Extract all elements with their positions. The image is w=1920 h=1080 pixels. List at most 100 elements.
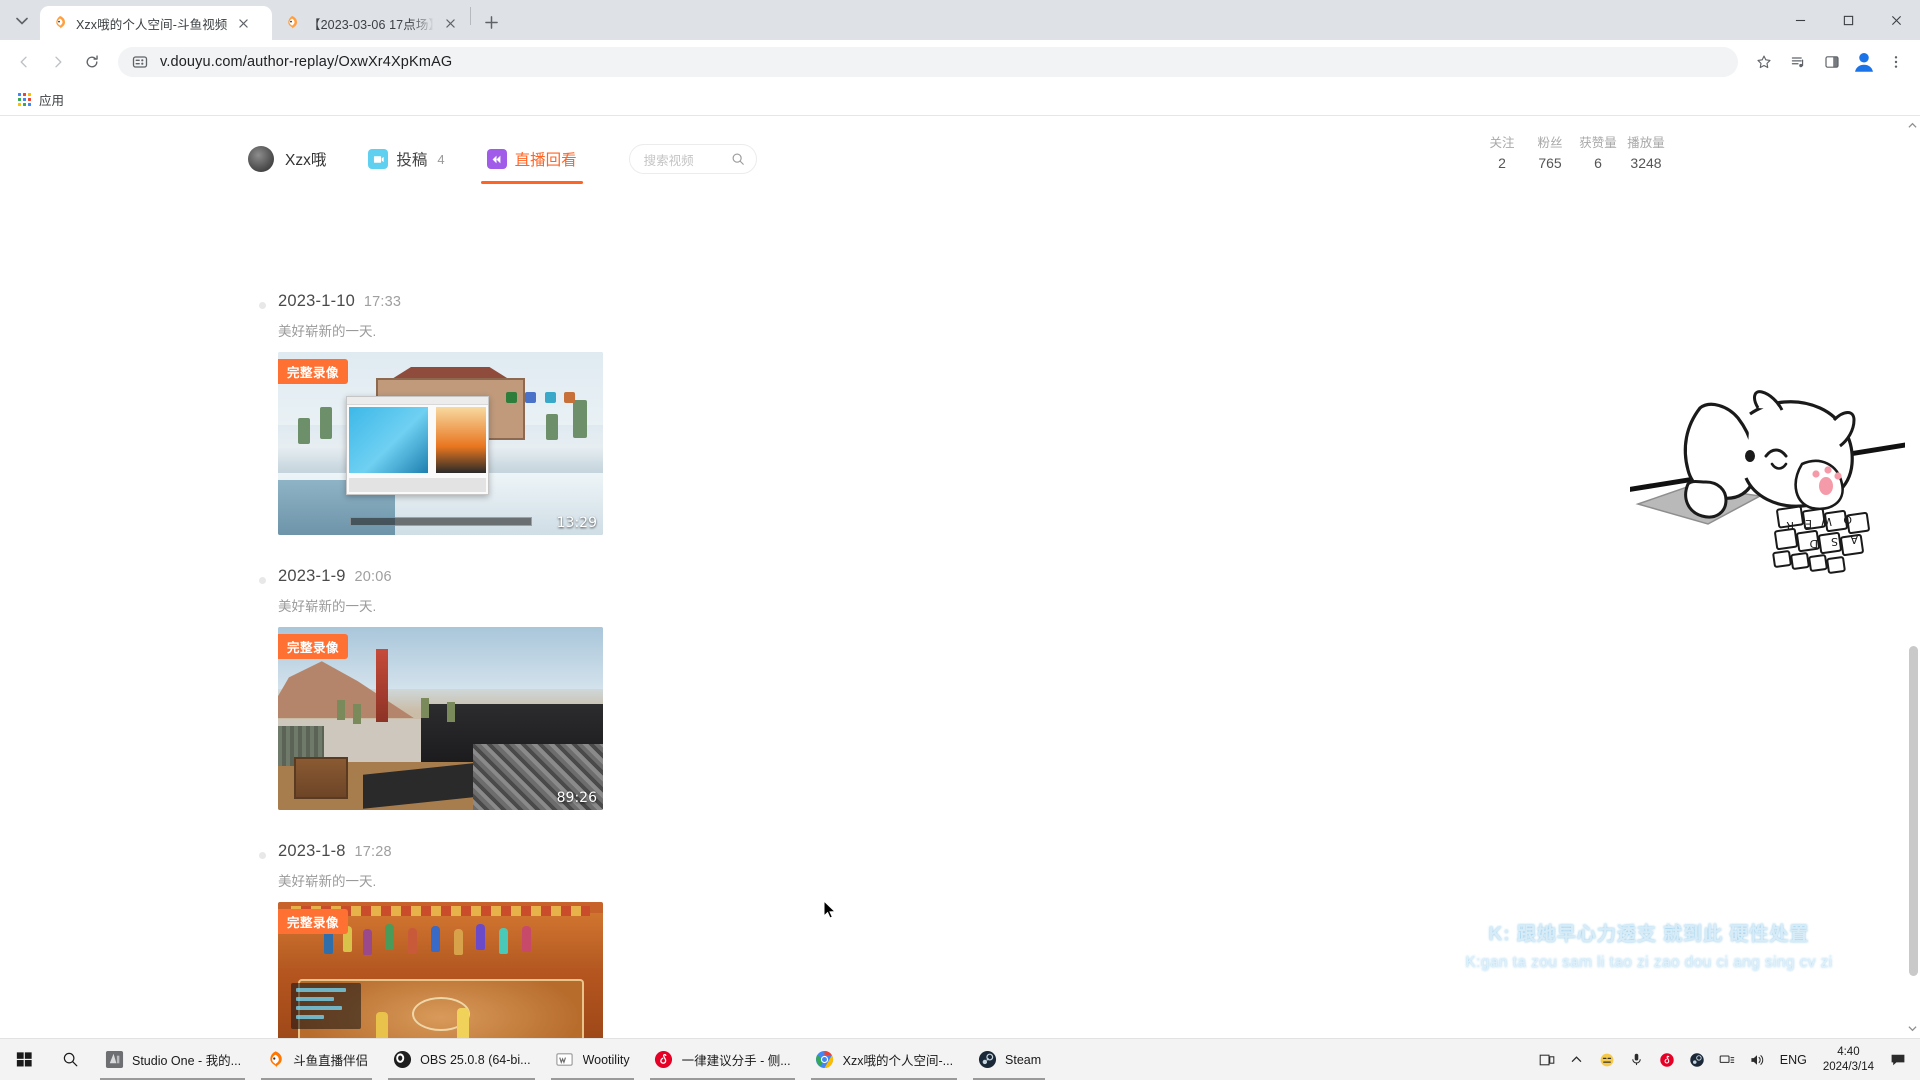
browser-tab-1[interactable]: Xzx哦的个人空间-斗鱼视频 (40, 6, 272, 40)
taskbar-app-wootility[interactable]: Wootility (543, 1039, 642, 1080)
taskbar-app-netease-music[interactable]: 一律建议分手 - 侧... (642, 1039, 803, 1080)
svg-text:E: E (1805, 517, 1812, 530)
emoji-tray-icon-button[interactable] (1592, 1039, 1622, 1080)
address-bar[interactable]: v.douyu.com/author-replay/OxwXr4XpKmAG (118, 47, 1738, 77)
stat-following: 关注 2 (1478, 134, 1526, 174)
video-duration: 13:29 (556, 515, 597, 531)
network-button[interactable] (1712, 1039, 1742, 1080)
stat-value: 6 (1594, 155, 1602, 171)
task-view-button[interactable] (1532, 1039, 1562, 1080)
taskbar-app-label: OBS 25.0.8 (64-bi... (420, 1052, 531, 1067)
tab-close-button[interactable] (235, 15, 251, 31)
stat-views: 播放量 3248 (1622, 134, 1670, 174)
video-thumbnail[interactable]: 1 : 0 完整录像 62:01 (278, 902, 603, 1038)
reload-button[interactable] (76, 46, 108, 78)
tab-search-button[interactable] (8, 7, 36, 35)
start-button[interactable] (0, 1039, 48, 1080)
replay-icon (486, 149, 507, 169)
page-viewport: Xzx哦 投稿 4 直播回看 搜索视频 关注 2 粉丝 765 获赞量 6 播放… (0, 116, 1920, 1038)
taskbar-app-douyu-companion[interactable]: 斗鱼直播伴侣 (253, 1039, 380, 1080)
reading-list-button[interactable] (1782, 46, 1814, 78)
back-button[interactable] (8, 46, 40, 78)
tab-strip: Xzx哦的个人空间-斗鱼视频 【2023-03-06 17点场】Xzx哦 (0, 0, 1920, 40)
window-controls (1776, 0, 1920, 40)
douyu-icon (56, 16, 65, 29)
taskbar-app-studio-one[interactable]: Studio One - 我的... (92, 1039, 253, 1080)
taskbar-app-steam[interactable]: Steam (965, 1039, 1053, 1080)
profile-summary[interactable]: Xzx哦 (248, 146, 326, 172)
nav-tab-uploads[interactable]: 投稿 4 (368, 130, 445, 188)
notification-center-button[interactable] (1882, 1039, 1914, 1080)
minimize-button[interactable] (1776, 0, 1824, 40)
video-time-text: 20:06 (354, 569, 392, 585)
list-item: 2023-1-9 20:06 美好崭新的一天. 完整录像 89:26 (259, 567, 698, 810)
apps-grid-icon (18, 92, 32, 107)
netease-music-icon (654, 1050, 674, 1070)
steam-tray-button[interactable] (1682, 1039, 1712, 1080)
scroll-up-arrow-icon[interactable] (1908, 121, 1917, 130)
side-panel-button[interactable] (1816, 46, 1848, 78)
steam-icon (977, 1050, 997, 1070)
site-settings-icon[interactable] (132, 54, 148, 70)
bongo-cat-illustration: ASD QWER (1619, 386, 1920, 576)
page-scrollbar[interactable] (1905, 116, 1920, 1038)
video-description: 美好崭新的一天. (278, 324, 377, 339)
scrollbar-thumb[interactable] (1909, 646, 1918, 976)
chrome-menu-button[interactable] (1880, 46, 1912, 78)
chrome-icon (815, 1050, 835, 1070)
language-indicator[interactable]: ENG (1772, 1053, 1815, 1067)
svg-text:R: R (1786, 519, 1794, 532)
address-bar-url: v.douyu.com/author-replay/OxwXr4XpKmAG (160, 54, 453, 70)
bookmark-star-button[interactable] (1748, 46, 1780, 78)
clock[interactable]: 4:40 2024/3/14 (1815, 1045, 1882, 1075)
timeline-dot-icon (259, 577, 266, 584)
video-description: 美好崭新的一天. (278, 874, 377, 889)
video-thumbnail[interactable]: 完整录像 89:26 (278, 627, 603, 810)
netease-music-tray-button[interactable] (1652, 1039, 1682, 1080)
svg-text:A: A (1850, 533, 1858, 546)
taskbar-app-chrome[interactable]: Xzx哦的个人空间-... (803, 1039, 965, 1080)
search-input[interactable]: 搜索视频 (628, 144, 757, 174)
plus-icon (484, 15, 498, 29)
tab-title: Xzx哦的个人空间-斗鱼视频 (76, 17, 228, 32)
side-panel-icon (1825, 56, 1839, 68)
scroll-down-arrow-icon[interactable] (1908, 1024, 1917, 1033)
list-item: 2023-1-10 17:33 美好崭新的一天. 完整录像 13:29 (259, 292, 698, 535)
stat-label: 播放量 (1627, 136, 1665, 150)
maximize-button[interactable] (1824, 0, 1872, 40)
notification-icon (1891, 1054, 1905, 1065)
profile-name: Xzx哦 (285, 152, 327, 169)
video-thumbnail[interactable]: 完整录像 13:29 (278, 352, 603, 535)
microphone-tray-button[interactable] (1622, 1039, 1652, 1080)
taskbar-app-obs[interactable]: OBS 25.0.8 (64-bi... (380, 1039, 542, 1080)
profile-icon (1855, 53, 1873, 72)
close-button[interactable] (1872, 0, 1920, 40)
profile-button[interactable] (1850, 48, 1878, 76)
nav-tab-replays[interactable]: 直播回看 (480, 130, 583, 188)
taskbar-search-button[interactable] (48, 1039, 92, 1080)
stat-likes: 获赞量 6 (1574, 134, 1622, 174)
page-content: Xzx哦 投稿 4 直播回看 搜索视频 关注 2 粉丝 765 获赞量 6 播放… (0, 116, 1920, 1038)
volume-button[interactable] (1742, 1039, 1772, 1080)
taskbar-app-label: 斗鱼直播伴侣 (293, 1054, 369, 1068)
show-hidden-icons-button[interactable] (1562, 1039, 1592, 1080)
video-badge: 完整录像 (278, 359, 349, 384)
subtitle-line-1: K: 跟她早心力透支 就到此 硬性处置 (1488, 924, 1810, 945)
new-tab-button[interactable] (477, 8, 505, 36)
taskbar-search-icon (63, 1052, 77, 1067)
video-time-text: 17:33 (363, 294, 402, 310)
upload-video-icon (368, 149, 389, 169)
video-badge: 完整录像 (278, 909, 349, 934)
bookmark-apps[interactable]: 应用 (12, 87, 70, 112)
forward-button[interactable] (42, 46, 74, 78)
forward-icon (55, 56, 62, 68)
tab-close-button[interactable] (442, 15, 458, 31)
search-icon[interactable] (731, 152, 745, 166)
video-time-text: 17:28 (354, 844, 392, 860)
nav-tab-label: 直播回看 (514, 152, 577, 169)
browser-tab-2[interactable]: 【2023-03-06 17点场】Xzx哦 (272, 6, 468, 40)
stat-value: 765 (1538, 155, 1562, 171)
tab-separator (470, 7, 471, 25)
taskbar-app-label: 一律建议分手 - 侧... (681, 1054, 791, 1068)
taskbar-app-label: Studio One - 我的... (132, 1054, 242, 1068)
